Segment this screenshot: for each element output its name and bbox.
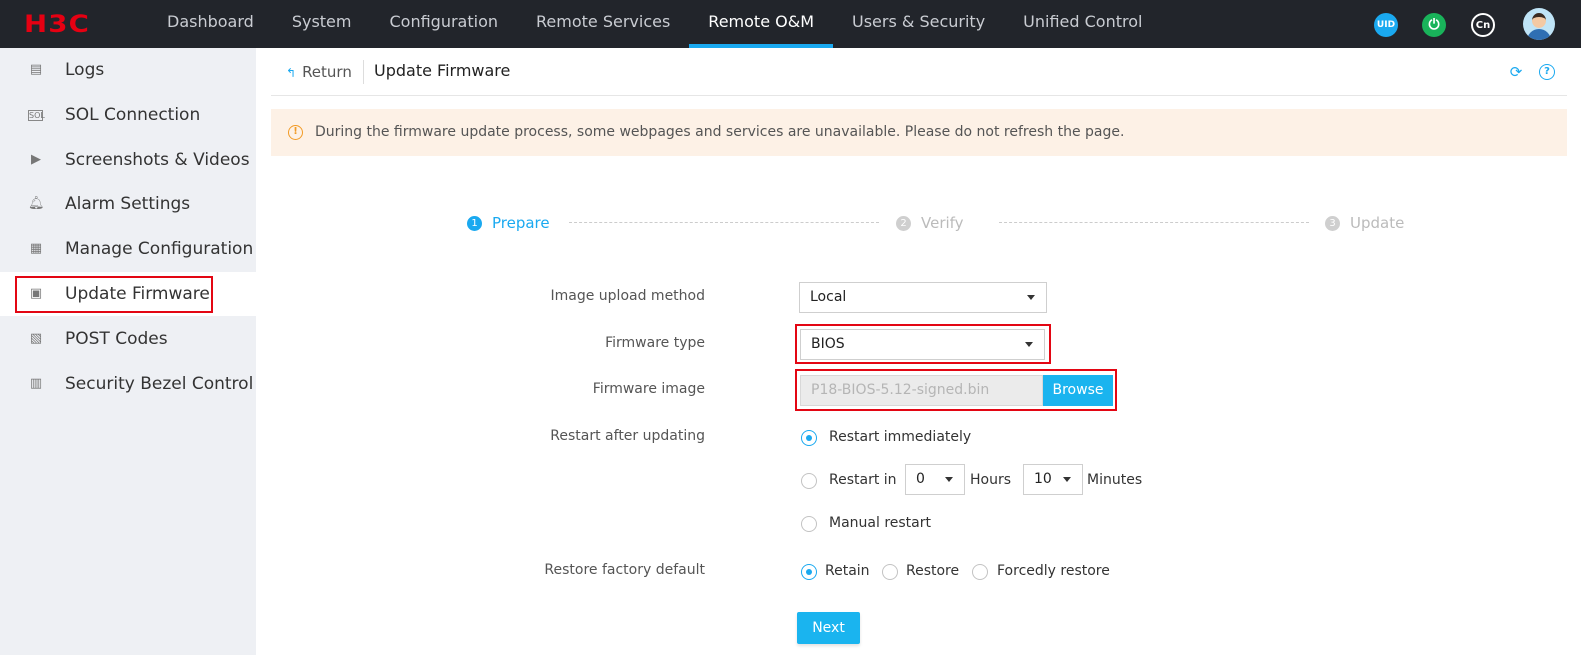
warning-icon: ! <box>288 125 303 140</box>
sidebar-item-label: Screenshots & Videos <box>65 150 250 170</box>
language-icon[interactable]: Cn <box>1471 13 1495 37</box>
restart-in-label: Restart in <box>829 472 897 488</box>
top-bar: H3C Dashboard System Configuration Remot… <box>0 0 1581 48</box>
step-connector <box>999 222 1309 223</box>
restore-factory-default-label: Restore factory default <box>544 562 705 578</box>
restore-radio[interactable] <box>882 564 898 580</box>
page-title: Update Firmware <box>374 61 511 80</box>
retain-radio[interactable] <box>801 564 817 580</box>
retain-label: Retain <box>825 563 870 579</box>
minutes-value: 10 <box>1034 471 1052 487</box>
sidebar: ▤ Logs SOL SOL Connection ▶ Screenshots … <box>0 48 256 655</box>
return-label: Return <box>302 63 352 81</box>
nav-dashboard[interactable]: Dashboard <box>148 0 273 48</box>
main-content: ↰ Return Update Firmware ⟳ ? ! During the… <box>271 48 1567 655</box>
sidebar-item-security-bezel-control[interactable]: ▥ Security Bezel Control <box>0 362 256 406</box>
sidebar-item-label: POST Codes <box>65 329 168 349</box>
sidebar-item-label: SOL Connection <box>65 105 201 125</box>
step-label: Update <box>1350 214 1405 232</box>
nav-system[interactable]: System <box>273 0 371 48</box>
restore-label: Restore <box>906 563 960 579</box>
sidebar-item-sol-connection[interactable]: SOL SOL Connection <box>0 93 256 137</box>
nav-remote-om[interactable]: Remote O&M <box>689 0 833 48</box>
highlight-box-firmware-image <box>795 369 1117 411</box>
logs-icon: ▤ <box>29 62 43 77</box>
avatar-head <box>1532 13 1546 28</box>
nav-users-security[interactable]: Users & Security <box>833 0 1004 48</box>
sidebar-item-label: Alarm Settings <box>65 194 191 214</box>
firmware-type-label: Firmware type <box>605 335 705 351</box>
upload-method-value: Local <box>810 289 847 305</box>
hours-select[interactable]: 0 <box>905 464 965 495</box>
sidebar-item-label: Logs <box>65 60 105 80</box>
user-avatar[interactable] <box>1523 8 1555 40</box>
chevron-down-icon <box>1027 295 1035 300</box>
return-button[interactable]: ↰ Return <box>286 63 352 81</box>
h3c-logo[interactable]: H3C <box>24 10 90 38</box>
step-number: 1 <box>467 215 482 231</box>
manual-restart-radio[interactable] <box>801 516 817 532</box>
sidebar-item-post-codes[interactable]: ▧ POST Codes <box>0 317 256 361</box>
refresh-icon[interactable]: ⟳ <box>1508 64 1524 80</box>
step-verify: 2 Verify <box>896 214 964 232</box>
hours-unit-label: Hours <box>970 472 1012 488</box>
step-label: Prepare <box>492 214 550 232</box>
document-search-icon: ▧ <box>29 331 43 346</box>
step-label: Verify <box>921 214 964 232</box>
video-icon: ▶ <box>31 152 41 167</box>
upload-method-select[interactable]: Local <box>799 282 1047 313</box>
sidebar-item-manage-configuration[interactable]: ▦ Manage Configuration <box>0 227 256 271</box>
avatar-body <box>1527 29 1551 40</box>
chevron-down-icon <box>945 477 953 482</box>
minutes-select[interactable]: 10 <box>1023 464 1083 495</box>
highlight-box-firmware-type <box>795 324 1051 364</box>
notice-text: During the firmware update process, some… <box>315 124 1125 140</box>
next-button[interactable]: Next <box>797 612 860 644</box>
sidebar-item-label: Manage Configuration <box>65 239 254 259</box>
step-number: 3 <box>1325 215 1340 231</box>
warning-notice: ! During the firmware update process, so… <box>271 109 1567 156</box>
restart-after-updating-label: Restart after updating <box>550 428 705 444</box>
highlight-box-sidebar <box>15 276 213 313</box>
bezel-icon: ▥ <box>29 376 43 391</box>
restart-immediately-radio[interactable] <box>801 430 817 446</box>
restart-immediately-label: Restart immediately <box>829 429 972 445</box>
sidebar-item-label: Security Bezel Control <box>65 374 254 394</box>
chevron-down-icon <box>1063 477 1071 482</box>
header-divider <box>363 60 364 84</box>
bell-icon: 🔔︎ <box>28 196 45 211</box>
sol-icon: SOL <box>28 109 45 121</box>
step-number: 2 <box>896 215 911 231</box>
main-nav: Dashboard System Configuration Remote Se… <box>148 0 1161 48</box>
sidebar-item-screenshots-videos[interactable]: ▶ Screenshots & Videos <box>0 138 256 182</box>
upload-method-label: Image upload method <box>550 288 706 304</box>
page-header: ↰ Return Update Firmware ⟳ ? <box>271 48 1567 96</box>
restart-in-radio[interactable] <box>801 473 817 489</box>
hours-value: 0 <box>916 471 925 487</box>
step-update: 3 Update <box>1325 214 1404 232</box>
manual-restart-label: Manual restart <box>829 515 931 531</box>
firmware-image-label: Firmware image <box>592 381 705 397</box>
step-prepare: 1 Prepare <box>467 214 550 232</box>
nav-configuration[interactable]: Configuration <box>370 0 517 48</box>
power-icon[interactable]: ⏻ <box>1422 13 1446 37</box>
forcedly-restore-radio[interactable] <box>972 564 988 580</box>
minutes-unit-label: Minutes <box>1087 472 1143 488</box>
forcedly-restore-label: Forcedly restore <box>997 563 1110 579</box>
nav-remote-services[interactable]: Remote Services <box>517 0 689 48</box>
sidebar-item-alarm-settings[interactable]: 🔔︎ Alarm Settings <box>0 182 256 226</box>
nav-unified-control[interactable]: Unified Control <box>1004 0 1161 48</box>
step-connector <box>569 222 879 223</box>
sidebar-item-logs[interactable]: ▤ Logs <box>0 48 256 92</box>
config-icon: ▦ <box>29 241 43 256</box>
return-arrow-icon: ↰ <box>286 66 297 80</box>
uid-icon[interactable]: UID <box>1374 13 1398 37</box>
help-icon[interactable]: ? <box>1539 64 1555 80</box>
